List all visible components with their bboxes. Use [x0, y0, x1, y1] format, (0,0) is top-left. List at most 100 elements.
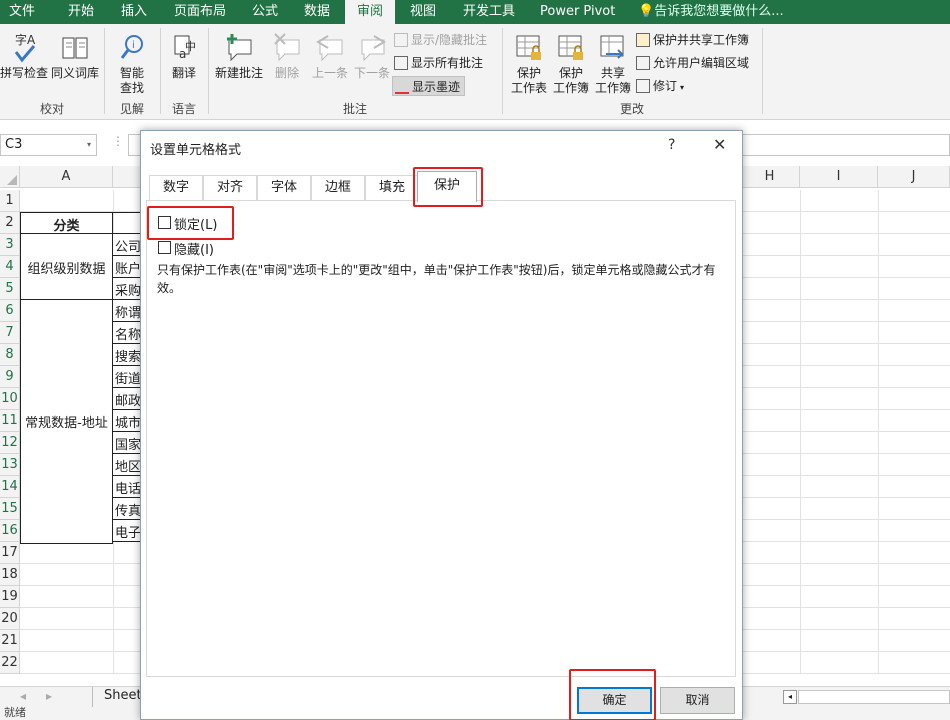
protect-workbook-button[interactable]: 保护 工作簿: [550, 32, 592, 96]
translate-button[interactable]: a中 翻译: [162, 32, 206, 81]
cell-b[interactable]: 搜索: [112, 344, 142, 366]
tab-developer[interactable]: 开发工具: [463, 0, 515, 24]
ribbon-tab-bar: 文件 开始 插入 页面布局 公式 数据 审阅 视图 开发工具 Power Piv…: [0, 0, 950, 24]
new-comment-button[interactable]: 新建批注: [212, 32, 266, 81]
grid-column-line: [800, 190, 801, 674]
allow-edit-ranges-button[interactable]: 允许用户编辑区域: [636, 53, 749, 73]
column-header-b[interactable]: [113, 166, 143, 188]
cell-a3-merged[interactable]: 组织级别数据: [20, 234, 113, 300]
row-header[interactable]: 13: [0, 454, 20, 476]
row-header[interactable]: 12: [0, 432, 20, 454]
smart-lookup-button[interactable]: i 智能 查找: [108, 32, 156, 96]
tab-view[interactable]: 视图: [410, 0, 436, 24]
spell-check-button[interactable]: 字A 拼写检查: [0, 32, 48, 81]
formula-bar-splitter[interactable]: ⋮: [112, 134, 124, 148]
cell-a2[interactable]: 分类: [20, 212, 113, 234]
row-header[interactable]: 2: [0, 212, 20, 234]
tab-number[interactable]: 数字: [149, 175, 203, 201]
cell-a6-merged[interactable]: 常规数据-地址: [20, 300, 113, 544]
previous-comment-button[interactable]: 上一条: [309, 32, 351, 81]
tab-page-layout[interactable]: 页面布局: [174, 0, 226, 24]
row-header[interactable]: 9: [0, 366, 20, 388]
horizontal-scrollbar[interactable]: [798, 690, 950, 704]
share-workbook-button[interactable]: 共享 工作簿: [592, 32, 634, 96]
cell-b[interactable]: 邮政: [112, 388, 142, 410]
row-header[interactable]: 15: [0, 498, 20, 520]
track-changes-button[interactable]: 修订 ▾: [636, 76, 684, 96]
cell-b[interactable]: 国家: [112, 432, 142, 454]
grid-column-line: [878, 190, 879, 674]
cancel-button[interactable]: 取消: [660, 687, 735, 714]
row-header[interactable]: 17: [0, 542, 20, 564]
name-box[interactable]: C3 ▾: [0, 134, 97, 156]
column-header-h[interactable]: H: [740, 166, 800, 188]
next-sheet-arrow-icon[interactable]: ▸: [46, 689, 52, 703]
row-header[interactable]: 14: [0, 476, 20, 498]
tab-font[interactable]: 字体: [257, 175, 311, 201]
row-header[interactable]: 8: [0, 344, 20, 366]
protect-sheet-button[interactable]: 保护 工作表: [508, 32, 550, 96]
select-all-corner[interactable]: [0, 166, 20, 188]
next-comment-button[interactable]: 下一条: [351, 32, 393, 81]
tab-formulas[interactable]: 公式: [252, 0, 278, 24]
tab-alignment[interactable]: 对齐: [203, 175, 257, 201]
ink-pen-icon: [395, 80, 409, 94]
help-button[interactable]: ?: [668, 137, 675, 153]
row-header[interactable]: 18: [0, 564, 20, 586]
sheet-tab[interactable]: Sheet: [104, 688, 142, 703]
cell-value: 地区: [115, 460, 142, 475]
cell-b[interactable]: 电话: [112, 476, 142, 498]
cell-value: 邮政: [115, 394, 142, 409]
show-ink-button[interactable]: 显示墨迹: [392, 76, 466, 96]
row-header[interactable]: 19: [0, 586, 20, 608]
row-header[interactable]: 7: [0, 322, 20, 344]
cell-b[interactable]: 地区: [112, 454, 142, 476]
show-hide-comment-button[interactable]: 显示/隐藏批注: [394, 30, 487, 50]
close-button[interactable]: ✕: [713, 135, 726, 154]
tab-data[interactable]: 数据: [304, 0, 330, 24]
row-header[interactable]: 20: [0, 608, 20, 630]
cell-b[interactable]: 名称: [112, 322, 142, 344]
row-header[interactable]: 11: [0, 410, 20, 432]
row-header[interactable]: 16: [0, 520, 20, 542]
thesaurus-button[interactable]: 同义词库: [50, 32, 100, 81]
prev-sheet-arrow-icon[interactable]: ◂: [20, 689, 26, 703]
row-header[interactable]: 21: [0, 630, 20, 652]
row-header[interactable]: 5: [0, 278, 20, 300]
protect-share-workbook-button[interactable]: 保护并共享工作簿: [636, 30, 749, 50]
cell-b[interactable]: 公司: [112, 234, 142, 256]
column-header-j[interactable]: J: [878, 166, 950, 188]
tab-home[interactable]: 开始: [68, 0, 94, 24]
cell-b[interactable]: 街道: [112, 366, 142, 388]
cell-b[interactable]: 传真: [112, 498, 142, 520]
row-header[interactable]: 6: [0, 300, 20, 322]
tab-border[interactable]: 边框: [311, 175, 365, 201]
tell-me-box[interactable]: 💡告诉我您想要做什么...: [638, 0, 784, 24]
highlight-ok-button: [569, 669, 656, 720]
tab-review[interactable]: 审阅: [345, 0, 395, 24]
column-header-i[interactable]: I: [800, 166, 878, 188]
group-proofing-label: 校对: [39, 102, 64, 116]
cell-b[interactable]: 采购: [112, 278, 142, 300]
cell-b[interactable]: 电子: [112, 520, 142, 542]
group-insights-label: 见解: [119, 102, 144, 116]
column-header-a[interactable]: A: [20, 166, 113, 188]
cell-b[interactable]: 账户: [112, 256, 142, 278]
cell-b[interactable]: 城市: [112, 410, 142, 432]
show-all-comments-button[interactable]: 显示所有批注: [394, 53, 483, 73]
delete-comment-button[interactable]: 删除: [268, 32, 306, 81]
row-header[interactable]: 3: [0, 234, 20, 256]
tab-power-pivot[interactable]: Power Pivot: [540, 0, 615, 24]
row-header[interactable]: 22: [0, 652, 20, 674]
tab-insert[interactable]: 插入: [121, 0, 147, 24]
row-header[interactable]: 4: [0, 256, 20, 278]
tab-fill[interactable]: 填充: [365, 175, 419, 201]
cell-b[interactable]: 称谓: [112, 300, 142, 322]
hidden-checkbox[interactable]: [158, 241, 171, 254]
tab-file[interactable]: 文件: [9, 0, 35, 24]
scroll-left-icon[interactable]: ◂: [783, 690, 797, 704]
cell-b2[interactable]: [112, 212, 142, 234]
row-header[interactable]: 1: [0, 190, 20, 212]
row-header[interactable]: 10: [0, 388, 20, 410]
cell-value: 搜索: [115, 350, 142, 365]
